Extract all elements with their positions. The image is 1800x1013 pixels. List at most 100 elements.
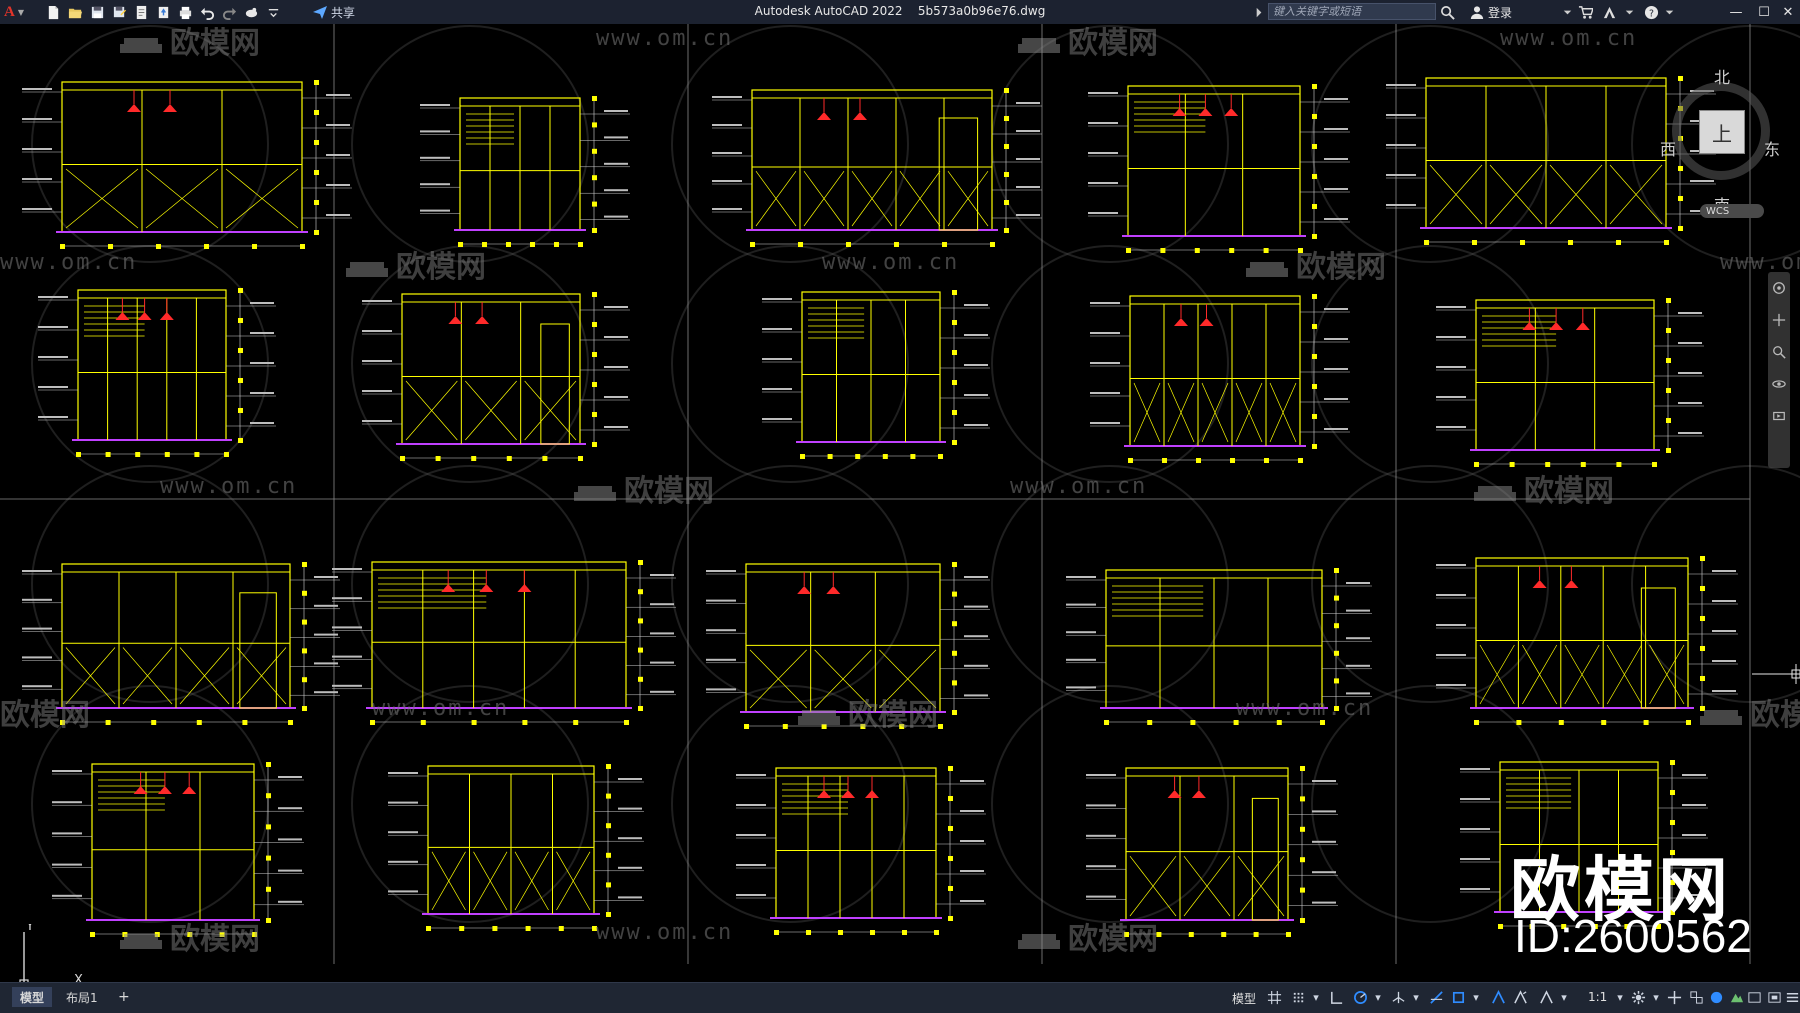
snap-icon[interactable] <box>1290 989 1306 1005</box>
customization-menu-icon[interactable] <box>1784 989 1800 1005</box>
elevation-drawing-line <box>855 454 861 459</box>
elevation-drawing-line <box>1549 322 1564 330</box>
open-icon[interactable] <box>66 3 84 21</box>
ortho-icon[interactable] <box>1328 989 1344 1005</box>
model-space-canvas[interactable]: www.om.cn www.om.cn www.om.cn www.om.cn … <box>0 24 1800 982</box>
viewcube-top-face[interactable]: 上 <box>1699 110 1745 154</box>
elevation-drawing-line <box>1066 631 1096 634</box>
sign-in-button[interactable]: 登录 <box>1470 3 1512 21</box>
workspace-gear-icon[interactable] <box>1630 989 1646 1005</box>
elevation-drawing-line <box>61 81 303 233</box>
maximize-button[interactable]: ☐ <box>1752 2 1776 22</box>
elevation-drawing-line <box>288 720 293 725</box>
minimize-button[interactable]: — <box>1724 2 1748 22</box>
steering-wheel-icon[interactable] <box>1768 272 1790 304</box>
elevation-drawing-line <box>1224 108 1239 116</box>
crosshair-cursor <box>1752 664 1800 684</box>
new-icon[interactable] <box>44 3 62 21</box>
elevation-drawing-line <box>332 684 362 687</box>
search-expand-icon[interactable] <box>1252 3 1267 21</box>
elevation-drawing-line <box>1312 840 1336 843</box>
plot-preview-icon[interactable] <box>132 3 150 21</box>
tab-layout1[interactable]: 布局1 <box>58 987 106 1007</box>
elevation-drawing-line <box>952 591 957 597</box>
elevation-drawing-line <box>38 386 68 388</box>
elevation-drawing-line <box>164 452 170 457</box>
search-input[interactable] <box>1268 3 1436 20</box>
model-space-toggle[interactable]: 模型 <box>1232 990 1256 1007</box>
chevron-down-icon[interactable]: ▾ <box>1556 989 1572 1005</box>
print-icon[interactable] <box>176 3 194 21</box>
save-icon[interactable] <box>88 3 106 21</box>
search-icon[interactable] <box>1440 3 1455 21</box>
fullscreen-icon[interactable] <box>1766 989 1782 1005</box>
clean-screen-icon[interactable] <box>1746 989 1762 1005</box>
pan-icon[interactable] <box>1768 304 1790 336</box>
redo-icon[interactable] <box>220 3 238 21</box>
watermark-logo: 欧模网 <box>1698 690 1800 734</box>
elevation-drawing-line <box>252 244 257 249</box>
chevron-down-icon[interactable]: ▾ <box>1612 989 1628 1005</box>
elevation-drawing-line <box>1324 98 1348 100</box>
publish-icon[interactable] <box>154 3 172 21</box>
elevation-drawing-line <box>604 110 628 112</box>
auto-scale-icon[interactable] <box>1512 989 1528 1005</box>
showmotion-icon[interactable] <box>1768 400 1790 432</box>
dropdown-icon[interactable] <box>264 3 282 21</box>
elevation-drawing-line <box>592 322 597 327</box>
elevation-drawing-line <box>105 452 111 457</box>
cart-icon[interactable] <box>1578 3 1593 21</box>
help-icon[interactable]: ? <box>1644 3 1659 21</box>
viewcube[interactable]: 北 南 西 东 上 WCS <box>1660 64 1780 218</box>
close-button[interactable]: ✕ <box>1776 2 1800 22</box>
object-snap-icon[interactable] <box>1450 989 1466 1005</box>
elevation-drawing-line <box>332 568 362 570</box>
units-icon[interactable] <box>1688 989 1704 1005</box>
hardware-acceleration-icon[interactable] <box>1708 989 1724 1005</box>
undo-icon[interactable] <box>198 3 216 21</box>
elevation-drawing-line <box>1712 570 1736 572</box>
annotation-scale-icon[interactable] <box>1538 989 1554 1005</box>
application-menu-button[interactable]: A ▼ <box>4 3 34 21</box>
isodraft-icon[interactable] <box>1390 989 1406 1005</box>
grid-icon[interactable] <box>1266 989 1282 1005</box>
chevron-down-icon[interactable]: ▾ <box>1468 989 1484 1005</box>
add-layout-button[interactable]: + <box>110 987 138 1007</box>
compass-east[interactable]: 东 <box>1764 136 1780 160</box>
chevron-down-icon[interactable] <box>1622 3 1637 21</box>
chevron-down-icon[interactable]: ▾ <box>1648 989 1664 1005</box>
wcs-menu[interactable]: WCS <box>1700 204 1764 218</box>
annotation-monitor-icon[interactable] <box>1666 989 1682 1005</box>
elevation-drawing-line <box>300 244 305 249</box>
chevron-down-icon[interactable]: ▾ <box>1408 989 1424 1005</box>
workspace-icon[interactable] <box>242 3 260 21</box>
isolate-objects-icon[interactable] <box>1728 989 1744 1005</box>
chevron-down-icon[interactable] <box>1662 3 1677 21</box>
compass-north[interactable]: 北 <box>1714 64 1730 88</box>
polar-tracking-icon[interactable] <box>1352 989 1368 1005</box>
autodesk-a360-icon[interactable] <box>1602 3 1617 21</box>
elevation-drawing-line <box>1678 312 1702 314</box>
orbit-icon[interactable] <box>1768 368 1790 400</box>
elevation-drawing-line <box>1086 865 1116 868</box>
chevron-down-icon[interactable]: ▾ <box>1370 989 1386 1005</box>
elevation-drawing-line <box>302 562 307 567</box>
elevation-drawing-line <box>1558 720 1564 725</box>
scale-selector[interactable]: 1:1 <box>1588 990 1607 1004</box>
svg-text:?: ? <box>1649 8 1654 19</box>
elevation-drawing-line <box>471 456 477 461</box>
elevation-drawing-line <box>782 724 788 729</box>
object-snap-tracking-icon[interactable] <box>1428 989 1444 1005</box>
tab-model[interactable]: 模型 <box>12 987 53 1007</box>
chevron-down-icon[interactable] <box>1560 3 1575 21</box>
zoom-icon[interactable] <box>1768 336 1790 368</box>
save-as-icon[interactable] <box>110 3 128 21</box>
navigation-bar <box>1768 272 1790 468</box>
compass-west[interactable]: 西 <box>1660 136 1676 160</box>
elevation-drawing-line <box>964 664 988 667</box>
share-button[interactable]: 共享 <box>312 3 355 21</box>
elevation-drawing-line <box>952 680 957 686</box>
elevation-drawing-line <box>1312 354 1317 359</box>
chevron-down-icon[interactable]: ▾ <box>1308 989 1324 1005</box>
annotation-visibility-icon[interactable] <box>1490 989 1506 1005</box>
